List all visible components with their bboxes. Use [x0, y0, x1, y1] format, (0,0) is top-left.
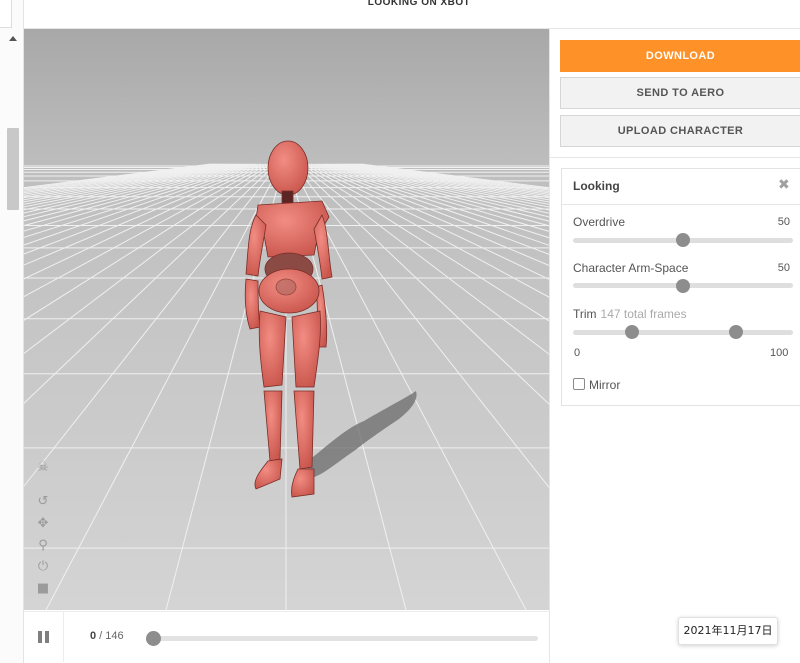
overdrive-slider-handle[interactable] — [676, 233, 690, 247]
settings-panel: DOWNLOAD SEND TO AERO UPLOAD CHARACTER L… — [549, 29, 800, 663]
close-icon[interactable]: ✖ — [778, 177, 790, 193]
left-strip-top — [0, 0, 12, 28]
timeline-handle[interactable] — [146, 631, 161, 646]
left-scrollbar[interactable] — [0, 0, 24, 663]
timeline-track[interactable] — [150, 636, 538, 641]
arm-space-value: 50 — [777, 262, 790, 274]
power-icon[interactable]: ⏻ — [35, 559, 51, 575]
undo-icon[interactable]: ↺ — [35, 494, 51, 510]
pause-icon-bar — [45, 631, 49, 643]
animation-title: Looking — [573, 179, 620, 193]
playbar-divider — [63, 612, 64, 662]
skull-icon[interactable]: ☠ — [35, 460, 51, 476]
playback-bar: 0 / 146 — [24, 611, 549, 662]
overdrive-label: Overdrive — [573, 215, 626, 229]
3d-viewport[interactable]: ☠ ↺ ✥ ⚲ ⏻ ■ — [24, 29, 549, 610]
camera-icon[interactable]: ■ — [35, 581, 51, 597]
page-header: LOOKING ON XBOT — [24, 0, 800, 29]
date-tooltip: 2021年11月17日 — [678, 617, 778, 645]
page-title: LOOKING ON XBOT — [367, 0, 471, 8]
animation-settings-card: Looking ✖ Overdrive 50 Character Arm-Spa… — [561, 168, 800, 406]
frame-separator: / — [96, 630, 106, 642]
move-icon[interactable]: ✥ — [35, 516, 51, 532]
scroll-up-icon[interactable] — [9, 36, 17, 41]
trim-end-handle[interactable] — [728, 325, 743, 339]
upload-character-button[interactable]: UPLOAD CHARACTER — [560, 115, 800, 147]
mirror-checkbox[interactable] — [573, 378, 585, 390]
frame-counter: 0 / 146 — [90, 630, 124, 642]
total-frames: 146 — [105, 630, 124, 642]
panel-divider — [550, 157, 800, 158]
download-button[interactable]: DOWNLOAD — [560, 40, 800, 72]
zoom-icon[interactable]: ⚲ — [35, 538, 51, 554]
trim-min-label: 0 — [574, 347, 581, 359]
send-to-aero-button[interactable]: SEND TO AERO — [560, 77, 800, 109]
trim-label-text: Trim — [573, 307, 597, 321]
pause-button[interactable] — [38, 631, 50, 643]
trim-range-slider[interactable] — [573, 330, 793, 335]
trim-frames-hint: 147 total frames — [600, 307, 687, 321]
arm-space-label: Character Arm-Space — [573, 261, 689, 275]
pause-icon — [38, 631, 42, 643]
card-header: Looking ✖ — [562, 169, 800, 205]
trim-label: Trim 147 total frames — [573, 307, 687, 321]
scrollbar-thumb[interactable] — [7, 128, 19, 210]
arm-space-slider-handle[interactable] — [676, 279, 690, 293]
trim-max-label: 100 — [770, 347, 789, 359]
trim-start-handle[interactable] — [625, 325, 640, 339]
scene-canvas — [24, 29, 549, 610]
app-root: LOOKING ON XBOT ☠ ↺ ✥ ⚲ ⏻ ■ 0 / 146 DOWN… — [0, 0, 800, 663]
overdrive-value: 50 — [777, 216, 790, 228]
mirror-label: Mirror — [589, 378, 621, 392]
